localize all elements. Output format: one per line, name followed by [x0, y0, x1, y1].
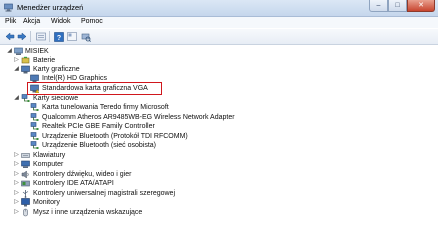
menu-widok[interactable]: Widok: [51, 18, 70, 25]
tree-category[interactable]: ▷ Komputer: [0, 160, 400, 169]
expand-arrow-icon[interactable]: ▷: [13, 171, 20, 178]
window-title: Menedżer urządzeń: [17, 3, 84, 12]
toolbar: ?: [0, 29, 438, 45]
computer-icon: [14, 47, 23, 55]
scan-hardware-icon: [81, 33, 91, 42]
scan-hardware-button[interactable]: [80, 31, 91, 42]
tree-category[interactable]: ▷ Mysz i inne urządzenia wskazujące: [0, 208, 400, 217]
tree-category[interactable]: ◢ Karty graficzne: [0, 65, 400, 74]
computer-icon: [21, 160, 30, 168]
category-label: Kontrolery uniwersalnej magistrali szere…: [33, 190, 176, 197]
tree-category[interactable]: ▷ Kontrolery uniwersalnej magistrali sze…: [0, 189, 400, 198]
close-button[interactable]: ✕: [407, 0, 435, 12]
device-manager-icon: [4, 3, 13, 12]
highlight-box: [27, 82, 162, 95]
properties-icon: [35, 32, 46, 41]
tree-device[interactable]: Karta tunelowania Teredo firmy Microsoft: [0, 103, 420, 112]
back-arrow-icon: [5, 32, 14, 41]
category-label: Karty sieciowe: [33, 95, 79, 102]
expand-arrow-icon[interactable]: ▷: [13, 161, 20, 168]
collapse-arrow-icon[interactable]: ◢: [6, 48, 13, 55]
device-label: Realtek PCIe GBE Family Controller: [42, 123, 155, 130]
category-label: Klawiatury: [33, 152, 66, 159]
expand-arrow-icon[interactable]: ▷: [13, 199, 20, 206]
tree-category[interactable]: ◢ Karty sieciowe: [0, 94, 400, 103]
view-icon: [66, 32, 77, 41]
menu-pomoc[interactable]: Pomoc: [81, 18, 103, 25]
help-icon: ?: [53, 31, 64, 42]
display-adapter-icon: [21, 65, 30, 74]
back-button[interactable]: [4, 31, 15, 42]
network-adapter-icon: [30, 122, 39, 130]
tree-device[interactable]: Urządzenie Bluetooth (sieć osobista): [0, 141, 400, 150]
menu-plik[interactable]: Plik: [5, 18, 16, 25]
toolbar-separator: [49, 31, 50, 42]
tree-device[interactable]: Qualcomm Atheros AR9485WB-EG Wireless Ne…: [0, 113, 430, 122]
tree-category[interactable]: ▷ Klawiatury: [0, 151, 400, 160]
collapse-arrow-icon[interactable]: ◢: [13, 66, 20, 73]
forward-arrow-icon: [17, 32, 26, 41]
ide-controller-icon: [21, 180, 30, 187]
device-label: Urządzenie Bluetooth (Protokół TDI RFCOM…: [42, 133, 188, 140]
menu-bar: Plik Akcja Widok Pomoc: [0, 17, 438, 28]
category-label: Baterie: [33, 57, 56, 64]
tree-category[interactable]: ▷ Monitory: [0, 198, 400, 207]
usb-icon: [22, 190, 29, 198]
keyboard-icon: [21, 153, 30, 158]
expand-arrow-icon[interactable]: ▷: [13, 190, 20, 197]
help-button[interactable]: ?: [53, 31, 64, 42]
tree-category[interactable]: ▷ Baterie: [0, 56, 400, 65]
menu-akcja[interactable]: Akcja: [23, 18, 40, 25]
expand-arrow-icon[interactable]: ▷: [13, 209, 20, 216]
category-label: Komputer: [33, 161, 64, 168]
tree-device[interactable]: Urządzenie Bluetooth (Protokół TDI RFCOM…: [0, 132, 400, 141]
category-label: Kontrolery IDE ATA/ATAPI: [33, 180, 114, 187]
network-adapter-icon: [21, 94, 30, 102]
network-adapter-icon: [30, 141, 39, 149]
tree-root[interactable]: ◢ MISIEK: [0, 47, 400, 56]
expand-arrow-icon[interactable]: ▷: [13, 152, 20, 159]
tree-root-label: MISIEK: [25, 48, 49, 55]
toolbar-separator: [30, 31, 31, 42]
mouse-icon: [23, 208, 28, 217]
expand-arrow-icon[interactable]: ▷: [13, 180, 20, 187]
network-adapter-icon: [30, 113, 39, 121]
collapse-arrow-icon[interactable]: ◢: [13, 95, 20, 102]
device-label: Urządzenie Bluetooth (sieć osobista): [42, 142, 157, 149]
monitor-icon: [21, 198, 30, 207]
tree-category[interactable]: ▷ Kontrolery dźwięku, wideo i gier: [0, 170, 400, 179]
category-label: Karty graficzne: [33, 66, 80, 73]
category-label: Mysz i inne urządzenia wskazujące: [33, 209, 143, 216]
network-adapter-icon: [30, 103, 39, 111]
svg-text:?: ?: [56, 35, 60, 42]
forward-button[interactable]: [16, 31, 27, 42]
expand-arrow-icon[interactable]: ▷: [13, 57, 20, 64]
battery-icon: [21, 56, 30, 64]
category-label: Kontrolery dźwięku, wideo i gier: [33, 171, 132, 178]
sound-icon: [21, 170, 29, 179]
network-adapter-icon: [30, 132, 39, 140]
tree-device[interactable]: Realtek PCIe GBE Family Controller: [0, 122, 400, 131]
maximize-button[interactable]: □: [388, 0, 407, 12]
device-label: Karta tunelowania Teredo firmy Microsoft: [42, 104, 169, 111]
category-label: Monitory: [33, 199, 60, 206]
view-button[interactable]: [66, 31, 77, 42]
minimize-button[interactable]: –: [369, 0, 388, 12]
device-tree: ◢ MISIEK ▷ Baterie ◢ Karty graficzne Int…: [0, 45, 438, 241]
device-label: Qualcomm Atheros AR9485WB-EG Wireless Ne…: [42, 114, 235, 121]
title-bar: Menedżer urządzeń – □ ✕: [0, 0, 438, 17]
tree-category[interactable]: ▷ Kontrolery IDE ATA/ATAPI: [0, 179, 400, 188]
properties-button[interactable]: [35, 31, 46, 42]
